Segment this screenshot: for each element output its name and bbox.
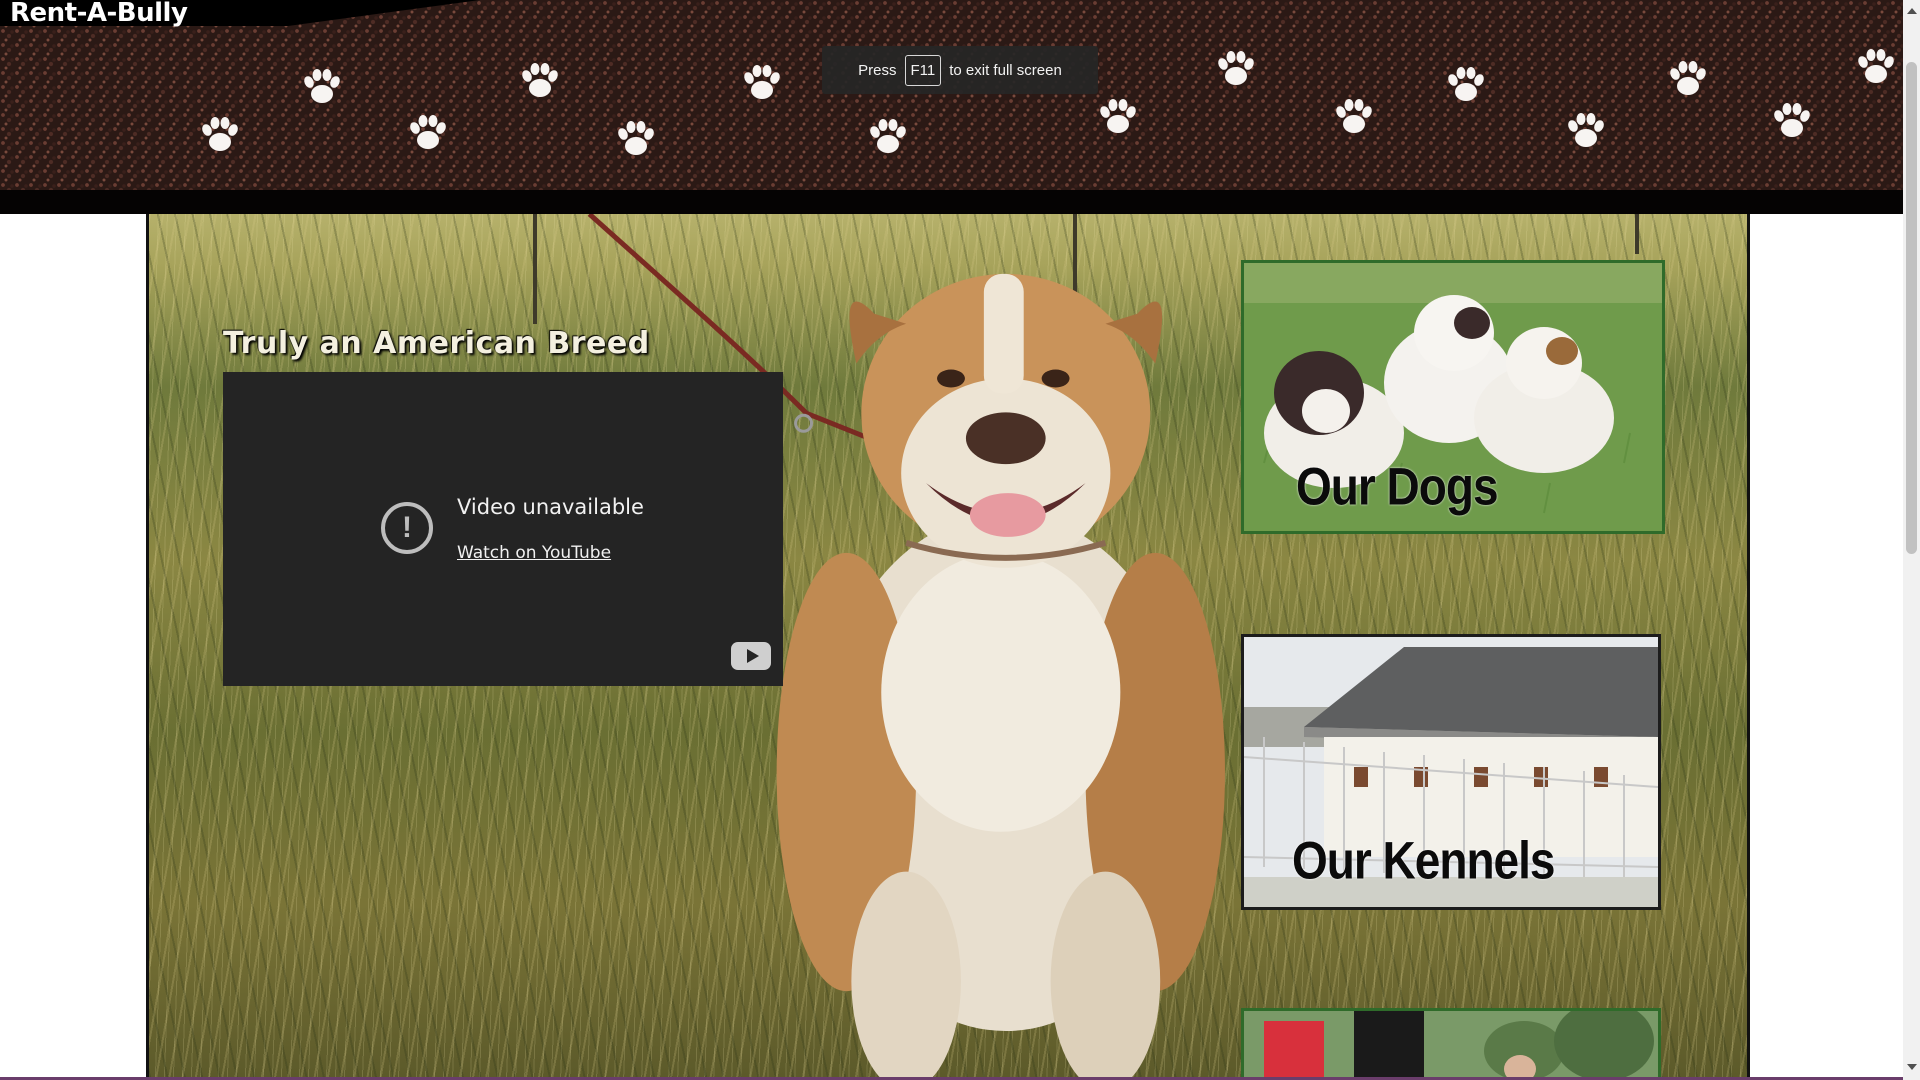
paw-print-icon: [738, 60, 786, 108]
paw-print-icon: [196, 112, 244, 160]
people-tile[interactable]: [1241, 1008, 1661, 1077]
main-content: Truly an American Breed ! Video unavaila…: [146, 214, 1750, 1080]
paw-print-icon: [404, 110, 452, 158]
scroll-thumb[interactable]: [1906, 62, 1917, 554]
fullscreen-notice-prefix: Press: [858, 61, 897, 79]
fullscreen-notice-suffix: to exit full screen: [949, 61, 1062, 79]
paw-print-icon: [1330, 94, 1378, 142]
header-banner: Rent-A-Bully Press F11 to exit full scre…: [0, 0, 1903, 214]
paw-print-icon: [612, 116, 660, 164]
our-dogs-label: Our Dogs: [1296, 456, 1499, 516]
paw-print-icon: [298, 64, 346, 112]
paw-print-icon: [1664, 56, 1712, 104]
scroll-down-arrow-icon[interactable]: [1907, 1064, 1917, 1070]
people-photo: [1244, 1011, 1658, 1077]
video-embed[interactable]: ! Video unavailable Watch on YouTube: [223, 372, 783, 686]
our-dogs-tile[interactable]: Our Dogs: [1241, 260, 1665, 534]
our-kennels-tile[interactable]: Our Kennels: [1241, 634, 1661, 910]
alert-circle-icon: !: [381, 502, 433, 554]
paw-print-icon: [1562, 108, 1610, 156]
banner-bottom-strip: [0, 190, 1903, 214]
paw-print-icon: [1094, 94, 1142, 142]
paw-print-icon: [1442, 62, 1490, 110]
section-heading: Truly an American Breed: [223, 326, 650, 361]
scroll-up-arrow-icon[interactable]: [1907, 8, 1917, 14]
paw-print-icon: [1212, 46, 1260, 94]
paw-print-icon: [1768, 98, 1816, 146]
fullscreen-notice: Press F11 to exit full screen: [822, 46, 1098, 94]
youtube-logo-icon[interactable]: [731, 642, 771, 670]
paw-print-icon: [516, 58, 564, 106]
our-kennels-label: Our Kennels: [1292, 830, 1556, 890]
site-title[interactable]: Rent-A-Bully: [10, 0, 188, 28]
paw-print-icon: [864, 114, 912, 162]
video-unavailable-message: Video unavailable: [457, 495, 644, 519]
watch-on-youtube-link[interactable]: Watch on YouTube: [457, 543, 611, 563]
page-scrollbar[interactable]: [1903, 0, 1920, 1080]
fullscreen-key-badge: F11: [904, 54, 942, 86]
paw-print-icon: [1852, 44, 1900, 92]
